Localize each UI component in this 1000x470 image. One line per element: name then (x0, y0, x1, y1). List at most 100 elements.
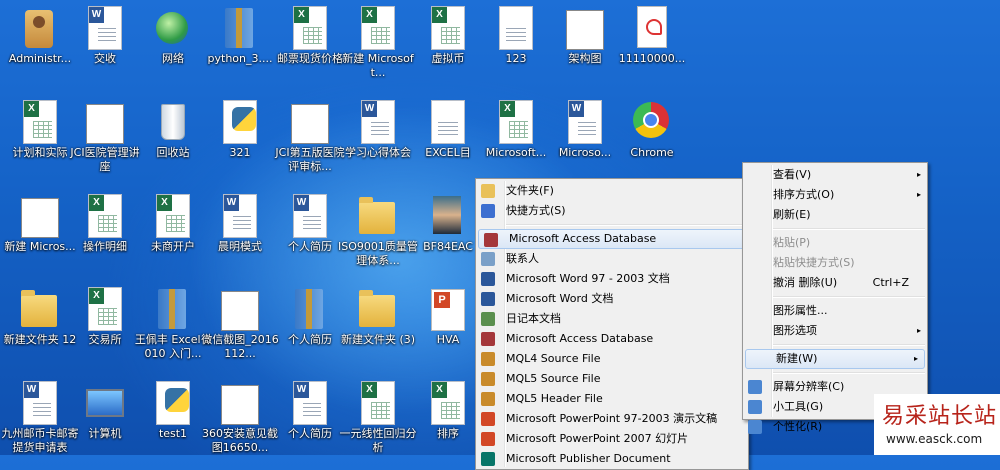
submenu-arrow-icon: ▸ (916, 170, 921, 179)
desktop-icon[interactable]: 新建文件夹 (3) (338, 283, 418, 371)
new-submenu: 文件夹(F) 快捷方式(S) Microsoft Access Database 联系… (475, 178, 749, 470)
desktop-icon[interactable]: 11110000... (612, 2, 692, 90)
desktop-icon[interactable]: X 新建 Microsoft... (338, 2, 418, 90)
menu-item-label: Microsoft Access Database (506, 332, 654, 345)
watermark-title: 易采站长站 (882, 404, 998, 429)
desktop-icon[interactable]: ISO9001质量管理体系... (338, 190, 418, 278)
pc-file-icon (84, 381, 124, 427)
thumb-file-icon (564, 6, 604, 52)
py-file-icon (219, 100, 259, 146)
menu-item-label: Microsoft PowerPoint 97-2003 演示文稿 (506, 412, 718, 425)
new-submenu-item[interactable]: MQL5 Source File (476, 369, 748, 389)
desktop-icon-label: 360安装意见截图16650... (202, 427, 278, 454)
menu-item-label: 图形选项 (773, 324, 817, 337)
ppt-icon (481, 432, 495, 446)
desktop-icon[interactable]: X Microsoft... (476, 96, 556, 184)
desktop-icon[interactable]: python_3.... (200, 2, 280, 90)
menu-item-label: 查看(V) (773, 168, 812, 181)
desktop-icon[interactable]: 321 (200, 96, 280, 184)
chrome-file-icon (631, 100, 671, 146)
menu-item-label: 排序方式(O) (773, 188, 835, 201)
thumb-file-icon (219, 287, 259, 333)
menu-separator (773, 372, 925, 374)
zip-file-icon (289, 287, 329, 333)
context-menu-item[interactable]: 图形属性... (743, 301, 927, 321)
menu-item-icon (748, 400, 762, 414)
new-submenu-item[interactable]: MQL4 Source File (476, 349, 748, 369)
menu-item-icon (748, 420, 762, 434)
excel-file-icon: X (357, 381, 397, 427)
contact-icon (481, 252, 495, 266)
folder-file-icon (357, 194, 397, 240)
desktop-icon[interactable]: W 学习心得体会 (338, 96, 418, 184)
new-submenu-item[interactable]: Microsoft PowerPoint 2007 幻灯片 (476, 429, 748, 449)
net-file-icon (152, 6, 192, 52)
desktop-icon[interactable]: 360安装意见截图16650... (200, 377, 280, 465)
py-file-icon (152, 381, 192, 427)
new-submenu-item[interactable]: Microsoft Word 文档 (476, 289, 748, 309)
desktop-icon[interactable]: 微信截图_2016112... (200, 283, 280, 371)
menu-item-label: 图形属性... (773, 304, 828, 317)
bin-file-icon (152, 100, 192, 146)
menu-separator (506, 224, 746, 226)
excel-file-icon: X (289, 6, 329, 52)
desktop-icon[interactable]: W 晨明模式 (200, 190, 280, 278)
context-menu-item[interactable]: 粘贴(P) (743, 233, 927, 253)
new-submenu-item[interactable]: 快捷方式(S) (476, 201, 748, 221)
mql-icon (481, 392, 495, 406)
desktop-icon[interactable]: 123 (476, 2, 556, 90)
menu-item-label: 粘贴(P) (773, 236, 811, 249)
desktop-context-menu: 查看(V) ▸ 排序方式(O) ▸ 刷新(E) 粘贴(P) 粘贴快捷方式(S) 撤消 删除(U… (742, 162, 928, 434)
zip-file-icon (219, 6, 259, 52)
submenu-arrow-icon: ▸ (913, 354, 918, 363)
desktop-icon-label: 321 (229, 146, 251, 159)
ppt-file-icon (427, 287, 467, 333)
word-icon (481, 272, 495, 286)
desktop-icon-label: 11110000... (618, 52, 686, 65)
desktop-icon[interactable]: X 一元线性回归分析 (338, 377, 418, 465)
context-menu-item[interactable]: 刷新(E) (743, 205, 927, 225)
desktop-icon-label: 新建 Microsoft... (342, 52, 414, 79)
word-file-icon: W (84, 6, 124, 52)
new-submenu-item[interactable]: 文件夹(F) (476, 181, 748, 201)
new-submenu-item[interactable]: Microsoft Access Database (478, 229, 746, 249)
excel-file-icon: X (19, 100, 59, 146)
watermark-url: www.easck.com (886, 432, 983, 446)
folder-file-icon (19, 287, 59, 333)
context-menu-item[interactable]: 查看(V) ▸ (743, 165, 927, 185)
blank-file-icon (427, 100, 467, 146)
menu-separator (773, 296, 925, 298)
desktop-icon-label: Microsoft... (485, 146, 547, 159)
context-menu-item[interactable]: 粘贴快捷方式(S) (743, 253, 927, 273)
context-menu-item[interactable]: 新建(W) ▸ (745, 349, 925, 369)
thumb-file-icon (19, 194, 59, 240)
folder-file-icon (357, 287, 397, 333)
new-submenu-item[interactable]: Microsoft PowerPoint 97-2003 演示文稿 (476, 409, 748, 429)
context-menu-item[interactable]: 撤消 删除(U) Ctrl+Z (743, 273, 927, 293)
word-file-icon: W (219, 194, 259, 240)
new-submenu-item[interactable]: Microsoft Publisher Document (476, 449, 748, 469)
context-menu-item[interactable]: 排序方式(O) ▸ (743, 185, 927, 205)
word-file-icon: W (289, 381, 329, 427)
desktop-icon-label: 123 (505, 52, 527, 65)
menu-item-label: 个性化(R) (773, 420, 823, 433)
new-submenu-item[interactable]: MQL5 Header File (476, 389, 748, 409)
desktop-icon-label: ISO9001质量管理体系... (338, 240, 418, 267)
desktop-icon-label: 微信截图_2016112... (201, 333, 279, 360)
new-submenu-item[interactable]: Microsoft Access Database (476, 329, 748, 349)
word-icon (481, 292, 495, 306)
context-menu-item[interactable]: 图形选项 ▸ (743, 321, 927, 341)
menu-item-label: 屏幕分辨率(C) (773, 380, 845, 393)
menu-item-label: Microsoft Word 文档 (506, 292, 614, 305)
blank-file-icon (495, 6, 535, 52)
desktop-icon-label: 一元线性回归分析 (339, 427, 417, 454)
desktop-icon[interactable]: Chrome (612, 96, 692, 184)
new-submenu-item[interactable]: 联系人 (476, 249, 748, 269)
new-submenu-item[interactable]: 日记本文档 (476, 309, 748, 329)
thumb-file-icon (289, 100, 329, 146)
pdf-file-icon (631, 6, 671, 52)
new-submenu-item[interactable]: Microsoft Word 97 - 2003 文档 (476, 269, 748, 289)
menu-item-shortcut: Ctrl+Z (872, 276, 909, 289)
word-file-icon: W (564, 100, 604, 146)
excel-file-icon: X (84, 287, 124, 333)
